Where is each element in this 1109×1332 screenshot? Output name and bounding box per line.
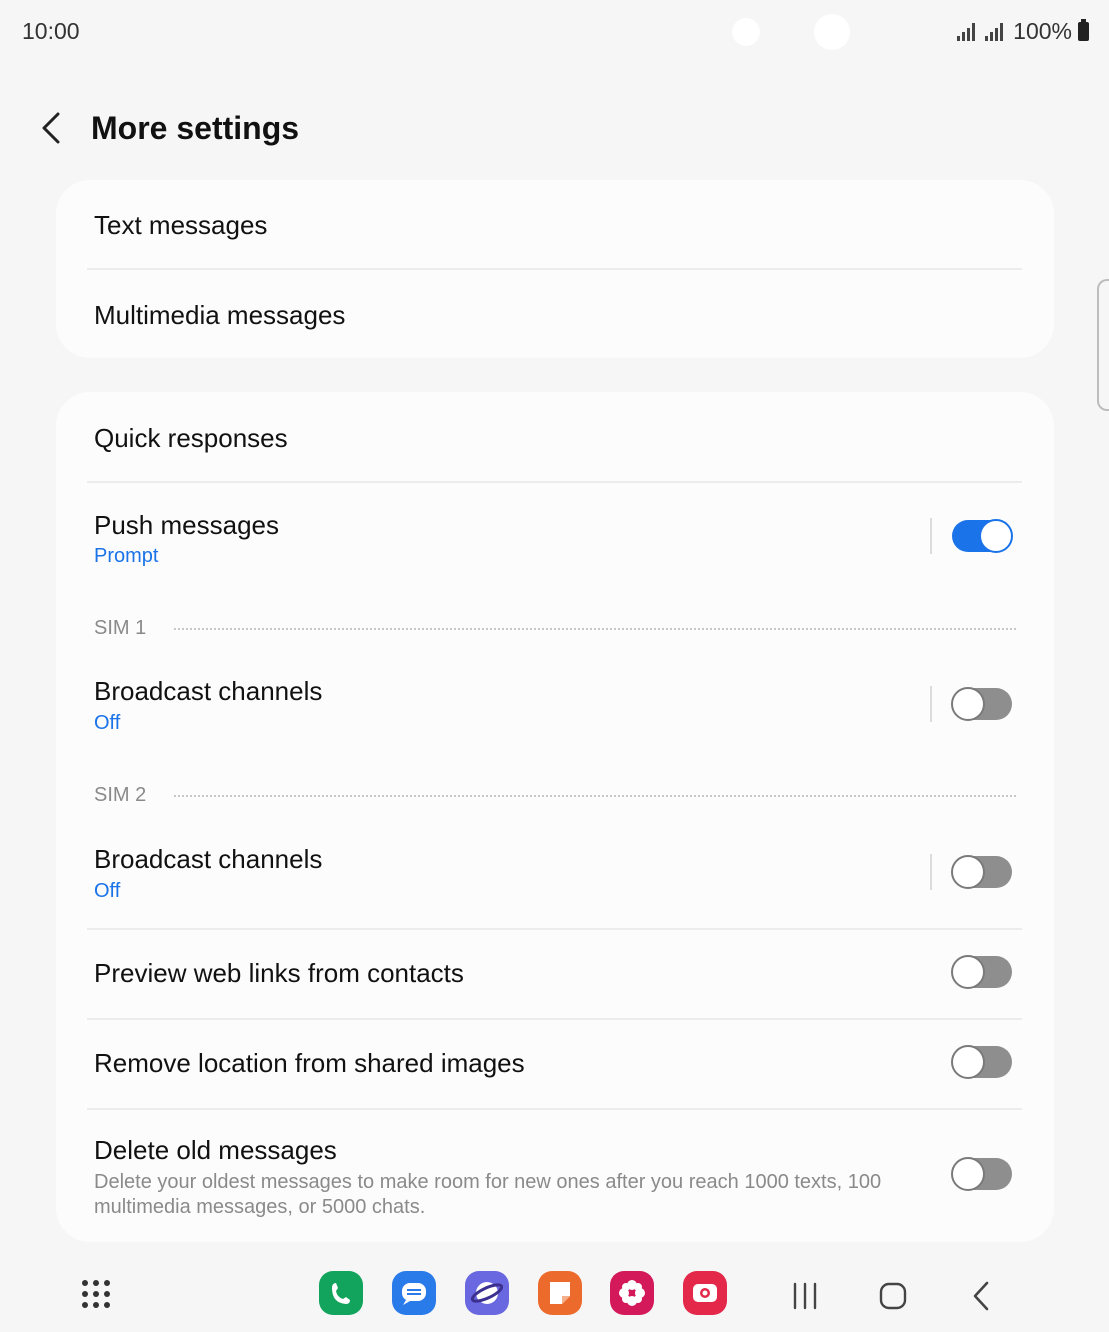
sim1-broadcast-toggle[interactable] (951, 687, 1012, 721)
item-label: Broadcast channels (94, 844, 323, 874)
recent-apps-icon[interactable] (785, 1276, 825, 1316)
item-label: Multimedia messages (94, 300, 346, 330)
push-messages-item[interactable]: Push messages Prompt (94, 483, 1022, 583)
delete-old-messages-item[interactable]: Delete old messages Delete your oldest m… (94, 1110, 1022, 1238)
settings-group-more: Quick responses Push messages Prompt SIM… (56, 392, 1054, 1242)
separator (930, 854, 932, 890)
dotted-divider (174, 628, 1016, 630)
sim2-broadcast-item[interactable]: Broadcast channels Off (94, 820, 1022, 920)
camera-cutout (814, 14, 850, 50)
toggle-knob (951, 1157, 985, 1191)
edge-panel-handle[interactable] (1097, 279, 1109, 411)
battery-percent: 100% (1013, 18, 1072, 44)
status-time: 10:00 (22, 18, 80, 44)
delete-old-messages-toggle[interactable] (951, 1157, 1012, 1191)
separator (930, 686, 932, 722)
chevron-left-icon[interactable] (36, 110, 66, 146)
item-label: Quick responses (94, 423, 288, 453)
signal-icon (985, 22, 1004, 41)
phone-icon[interactable] (319, 1271, 363, 1315)
item-description: Delete your oldest messages to make room… (94, 1171, 882, 1218)
push-messages-toggle[interactable] (952, 519, 1013, 553)
internet-icon[interactable] (465, 1271, 509, 1315)
status-bar: 10:00 100% (0, 0, 1109, 64)
item-label: Preview web links from contacts (94, 958, 464, 988)
messages-icon[interactable] (392, 1271, 436, 1315)
back-icon[interactable] (962, 1276, 1002, 1316)
battery-icon (1078, 19, 1089, 41)
page-title: More settings (91, 110, 300, 146)
settings-group-messages: Text messages Multimedia messages (56, 180, 1054, 358)
remove-location-item[interactable]: Remove location from shared images (94, 1020, 1022, 1108)
toggle-knob (951, 687, 985, 721)
quick-responses-item[interactable]: Quick responses (94, 392, 1022, 481)
section-label: SIM 1 (94, 617, 147, 639)
gallery-icon[interactable] (610, 1271, 654, 1315)
status-indicators: 100% (957, 18, 1089, 45)
text-messages-item[interactable]: Text messages (94, 180, 1022, 268)
section-label: SIM 2 (94, 784, 147, 806)
toggle-knob (951, 855, 985, 889)
item-status: Off (94, 880, 121, 902)
toggle-knob (979, 519, 1013, 553)
toggle-knob (951, 1045, 985, 1079)
apps-grid-icon[interactable] (82, 1280, 110, 1308)
item-status: Off (94, 712, 121, 734)
sim2-broadcast-toggle[interactable] (951, 855, 1012, 889)
item-status: Prompt (94, 545, 159, 567)
preview-links-item[interactable]: Preview web links from contacts (94, 930, 1022, 1018)
section-sim2: SIM 2 (94, 784, 1016, 808)
notes-icon[interactable] (538, 1271, 582, 1315)
dotted-divider (174, 795, 1016, 797)
item-label: Delete old messages (94, 1135, 337, 1165)
home-icon[interactable] (873, 1276, 913, 1316)
camera-cutout (732, 18, 760, 46)
item-label: Push messages (94, 510, 279, 540)
separator (930, 518, 932, 554)
sim1-broadcast-item[interactable]: Broadcast channels Off (94, 652, 1022, 752)
item-label: Broadcast channels (94, 676, 323, 706)
section-sim1: SIM 1 (94, 617, 1016, 641)
multimedia-messages-item[interactable]: Multimedia messages (94, 270, 1022, 358)
header: More settings (0, 96, 1109, 166)
nav-bar (0, 1250, 1109, 1332)
camera-icon[interactable] (683, 1271, 727, 1315)
item-label: Remove location from shared images (94, 1048, 525, 1078)
preview-links-toggle[interactable] (951, 955, 1012, 989)
remove-location-toggle[interactable] (951, 1045, 1012, 1079)
item-label: Text messages (94, 210, 268, 240)
signal-icon (957, 22, 976, 41)
toggle-knob (951, 955, 985, 989)
